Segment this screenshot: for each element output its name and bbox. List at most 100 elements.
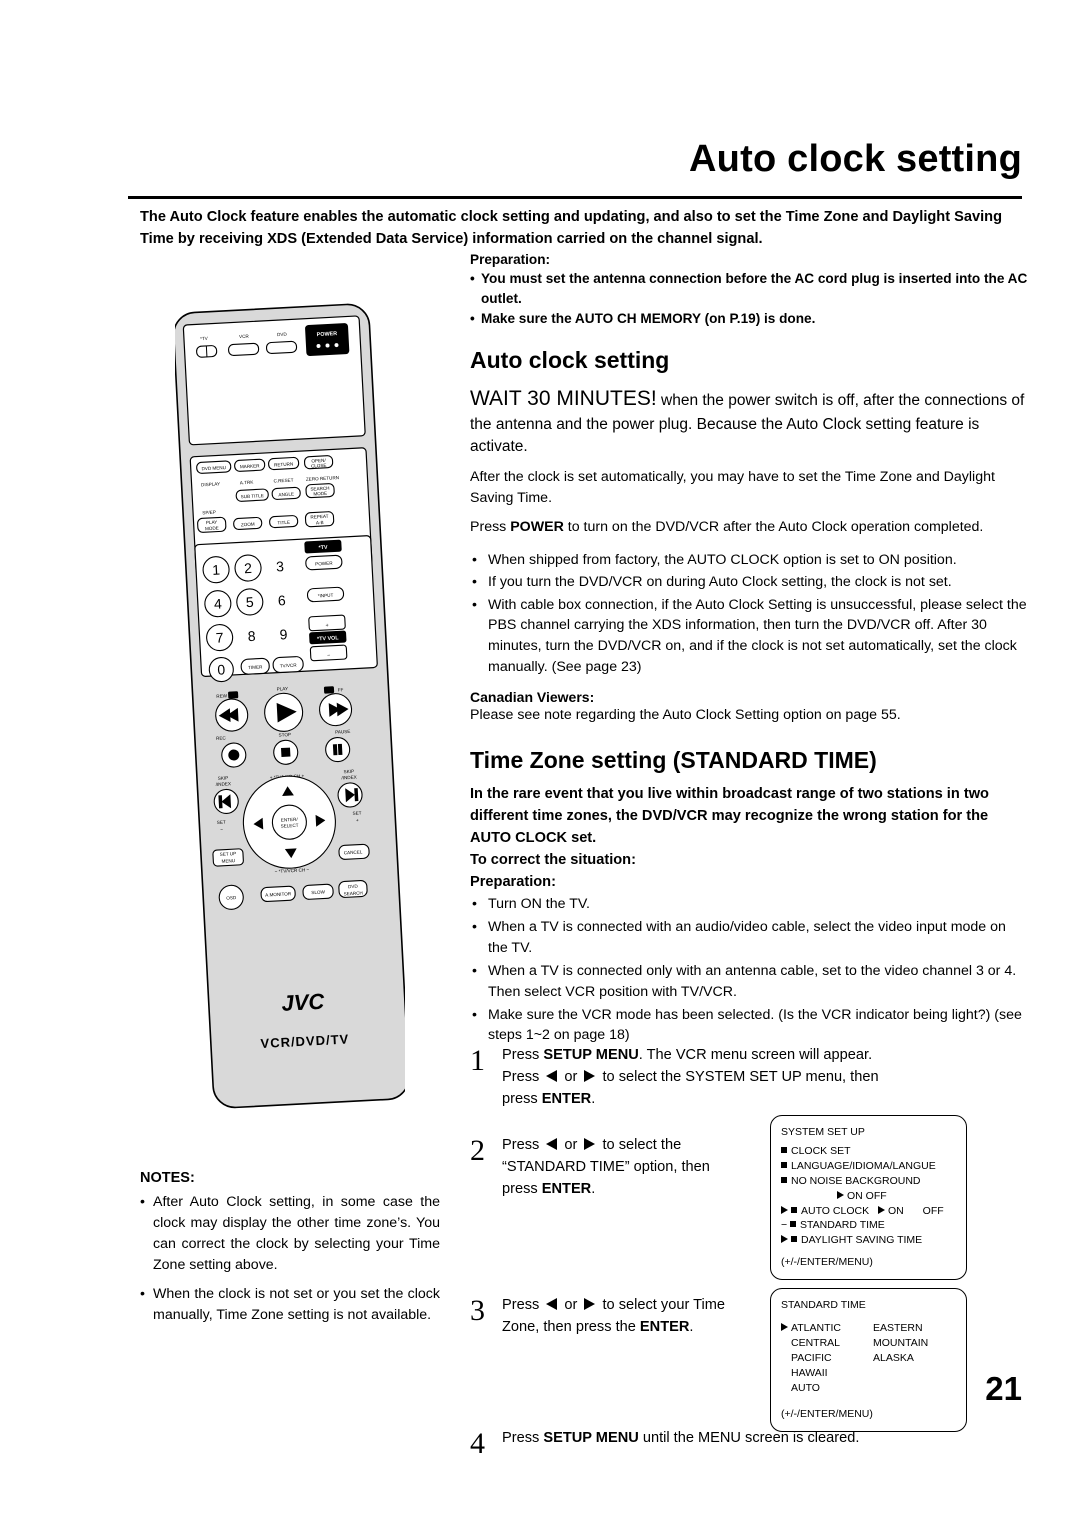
svg-text:*TV: *TV: [200, 336, 209, 341]
step-3-line1-post: to select your Time: [598, 1297, 725, 1313]
preparation-item-1: You must set the antenna connection befo…: [470, 269, 1028, 308]
svg-text:REPEAT: REPEAT: [310, 514, 328, 520]
step-1-line3-pre: press: [502, 1090, 542, 1107]
osd-tz-auto: AUTO: [791, 1381, 820, 1394]
step-4-line1-pre: Press: [502, 1430, 544, 1446]
para3-post: to turn on the DVD/VCR after the Auto Cl…: [563, 519, 984, 536]
osd-tz-atlantic: ATLANTIC: [781, 1321, 873, 1336]
right-arrow-icon: [584, 1069, 596, 1082]
step-1: 1 Press SETUP MENU. The VCR menu screen …: [470, 1044, 1000, 1111]
auto-clock-para-2: After the clock is set automatically, yo…: [470, 468, 995, 506]
svg-text:SLOW: SLOW: [311, 889, 325, 895]
auto-clock-para-3: Press POWER to turn on the DVD/VCR after…: [470, 517, 1028, 538]
canadian-viewers-text: Please see note regarding the Auto Clock…: [470, 707, 901, 724]
svg-text:MODE: MODE: [205, 525, 219, 531]
svg-text:*TV: *TV: [318, 545, 328, 551]
notes-section: NOTES: After Auto Clock setting, in some…: [140, 1170, 440, 1334]
para3-pre: Press: [470, 519, 511, 536]
notes-heading: NOTES:: [140, 1170, 195, 1186]
svg-text:FF: FF: [338, 687, 344, 692]
osd-standard-col1: ATLANTIC CENTRAL PACIFIC HAWAII AUTO: [781, 1321, 873, 1396]
svg-text:PAUSE: PAUSE: [335, 729, 350, 735]
bullet-square-icon: [781, 1146, 787, 1153]
auto-clock-bullets: When shipped from factory, the AUTO CLOC…: [470, 550, 1028, 678]
page-number: 21: [985, 1370, 1022, 1407]
svg-text:CANCEL: CANCEL: [344, 849, 363, 855]
wait-big-text: WAIT 30 MINUTES!: [470, 387, 657, 411]
tz-prep-item-2: When a TV is connected with an audio/vid…: [470, 917, 1028, 958]
svg-text:SEARCH: SEARCH: [344, 890, 363, 896]
svg-text:POWER: POWER: [317, 331, 338, 338]
time-zone-heading: Time Zone setting (STANDARD TIME): [470, 747, 877, 774]
osd-tz-pacific: PACIFIC: [791, 1351, 832, 1364]
right-arrow-icon: [584, 1138, 596, 1150]
title-rule: [128, 196, 1022, 199]
selector-triangle-icon: [878, 1205, 885, 1214]
svg-text:TITLE: TITLE: [277, 520, 290, 526]
osd-system-footer: (+/-/ENTER/MENU): [781, 1256, 873, 1269]
step-3-line2-bold: ENTER: [639, 1318, 690, 1335]
notes-item-1: After Auto Clock setting, in some case t…: [140, 1192, 440, 1276]
wait-paragraph: WAIT 30 MINUTES! when the power switch i…: [470, 384, 1028, 458]
svg-text:7: 7: [215, 629, 224, 645]
osd-on-off-row: ON OFF: [781, 1189, 956, 1204]
osd-system-item-1: CLOCK SET: [781, 1144, 956, 1159]
osd-auto-clock-on: ON: [888, 1204, 904, 1217]
osd-auto-clock-on-group: ON: [878, 1205, 904, 1217]
step-2-text: Press or to select the “STANDARD TIME” o…: [502, 1135, 760, 1201]
osd-auto-clock-off: OFF: [922, 1204, 944, 1217]
bullet-square-icon: [791, 1206, 797, 1213]
step-1-line3-bold: ENTER: [541, 1090, 592, 1107]
svg-text:DVD: DVD: [348, 884, 359, 890]
step-3-number: 3: [470, 1294, 485, 1327]
svg-text:/INDEX: /INDEX: [341, 775, 357, 781]
auto-clock-heading: Auto clock setting: [470, 347, 670, 374]
step-1-line1-bold: SETUP MENU: [543, 1047, 639, 1063]
osd-system-title: SYSTEM SET UP: [781, 1126, 865, 1138]
svg-text:8: 8: [247, 628, 256, 644]
osd-system-item-2: LANGUAGE/IDIOMA/LANGUE: [781, 1159, 956, 1174]
time-zone-bold-paragraph: In the rare event that you live within b…: [470, 784, 1028, 872]
step-2-number: 2: [470, 1134, 485, 1167]
osd-system-item-3: NO NOISE BACKGROUND: [781, 1174, 956, 1189]
osd-on-off-text: ON OFF: [847, 1189, 887, 1202]
selector-triangle-icon: [837, 1190, 844, 1199]
right-column: Preparation: You must set the antenna co…: [470, 252, 1028, 1049]
auto-clock-bullet-3: With cable box connection, if the Auto C…: [470, 595, 1028, 677]
osd-tz-hawaii: HAWAII: [791, 1366, 828, 1379]
bullet-square-icon: [781, 1161, 787, 1168]
svg-text:TV/VCR: TV/VCR: [280, 663, 298, 669]
osd-tz-eastern: EASTERN: [873, 1321, 923, 1334]
svg-text:REC: REC: [216, 735, 227, 741]
svg-text:PLAY: PLAY: [277, 686, 289, 692]
time-zone-correct-line: To correct the situation:: [470, 851, 636, 868]
osd-auto-clock-label: AUTO CLOCK: [801, 1204, 870, 1217]
step-3-line1-mid: or: [560, 1297, 582, 1313]
svg-text:*INPUT: *INPUT: [318, 593, 334, 599]
time-zone-preparation-list: Turn ON the TV. When a TV is connected w…: [470, 894, 1028, 1046]
osd-tz-central: CENTRAL: [791, 1336, 841, 1349]
osd-language-label: LANGUAGE/IDIOMA/LANGUE: [791, 1159, 936, 1172]
osd-standard-time-label: STANDARD TIME: [800, 1219, 885, 1232]
step-3-text: Press or to select your Time Zone, then …: [502, 1295, 760, 1339]
bullet-square-icon: [791, 1236, 797, 1243]
svg-text:ANGLE: ANGLE: [278, 492, 294, 498]
preparation-item-2: Make sure the AUTO CH MEMORY (on P.19) i…: [470, 309, 1028, 329]
osd-standard-footer: (+/-/ENTER/MENU): [781, 1408, 873, 1421]
osd-standard-columns: ATLANTIC CENTRAL PACIFIC HAWAII AUTO EAS…: [781, 1321, 956, 1396]
osd-no-noise-label: NO NOISE BACKGROUND: [791, 1174, 921, 1187]
selector-triangle-icon: [781, 1322, 788, 1331]
osd-tz-atlantic-label: ATLANTIC: [791, 1321, 841, 1334]
left-arrow-icon: [546, 1298, 558, 1310]
svg-text:1: 1: [212, 561, 221, 577]
osd-system-setup: SYSTEM SET UP CLOCK SET LANGUAGE/IDIOMA/…: [770, 1115, 967, 1281]
svg-text:2: 2: [244, 560, 253, 576]
time-zone-bold-text: In the rare event that you live within b…: [470, 786, 989, 847]
osd-tz-alaska: ALASKA: [873, 1351, 914, 1364]
osd-daylight-label: DAYLIGHT SAVING TIME: [801, 1234, 923, 1247]
svg-text:PLAY: PLAY: [206, 520, 218, 526]
tz-prep-item-4: Make sure the VCR mode has been selected…: [470, 1005, 1028, 1046]
svg-text:REW: REW: [216, 693, 228, 699]
svg-text:MARKER: MARKER: [240, 463, 261, 469]
svg-text:*TV VOL: *TV VOL: [317, 635, 340, 642]
